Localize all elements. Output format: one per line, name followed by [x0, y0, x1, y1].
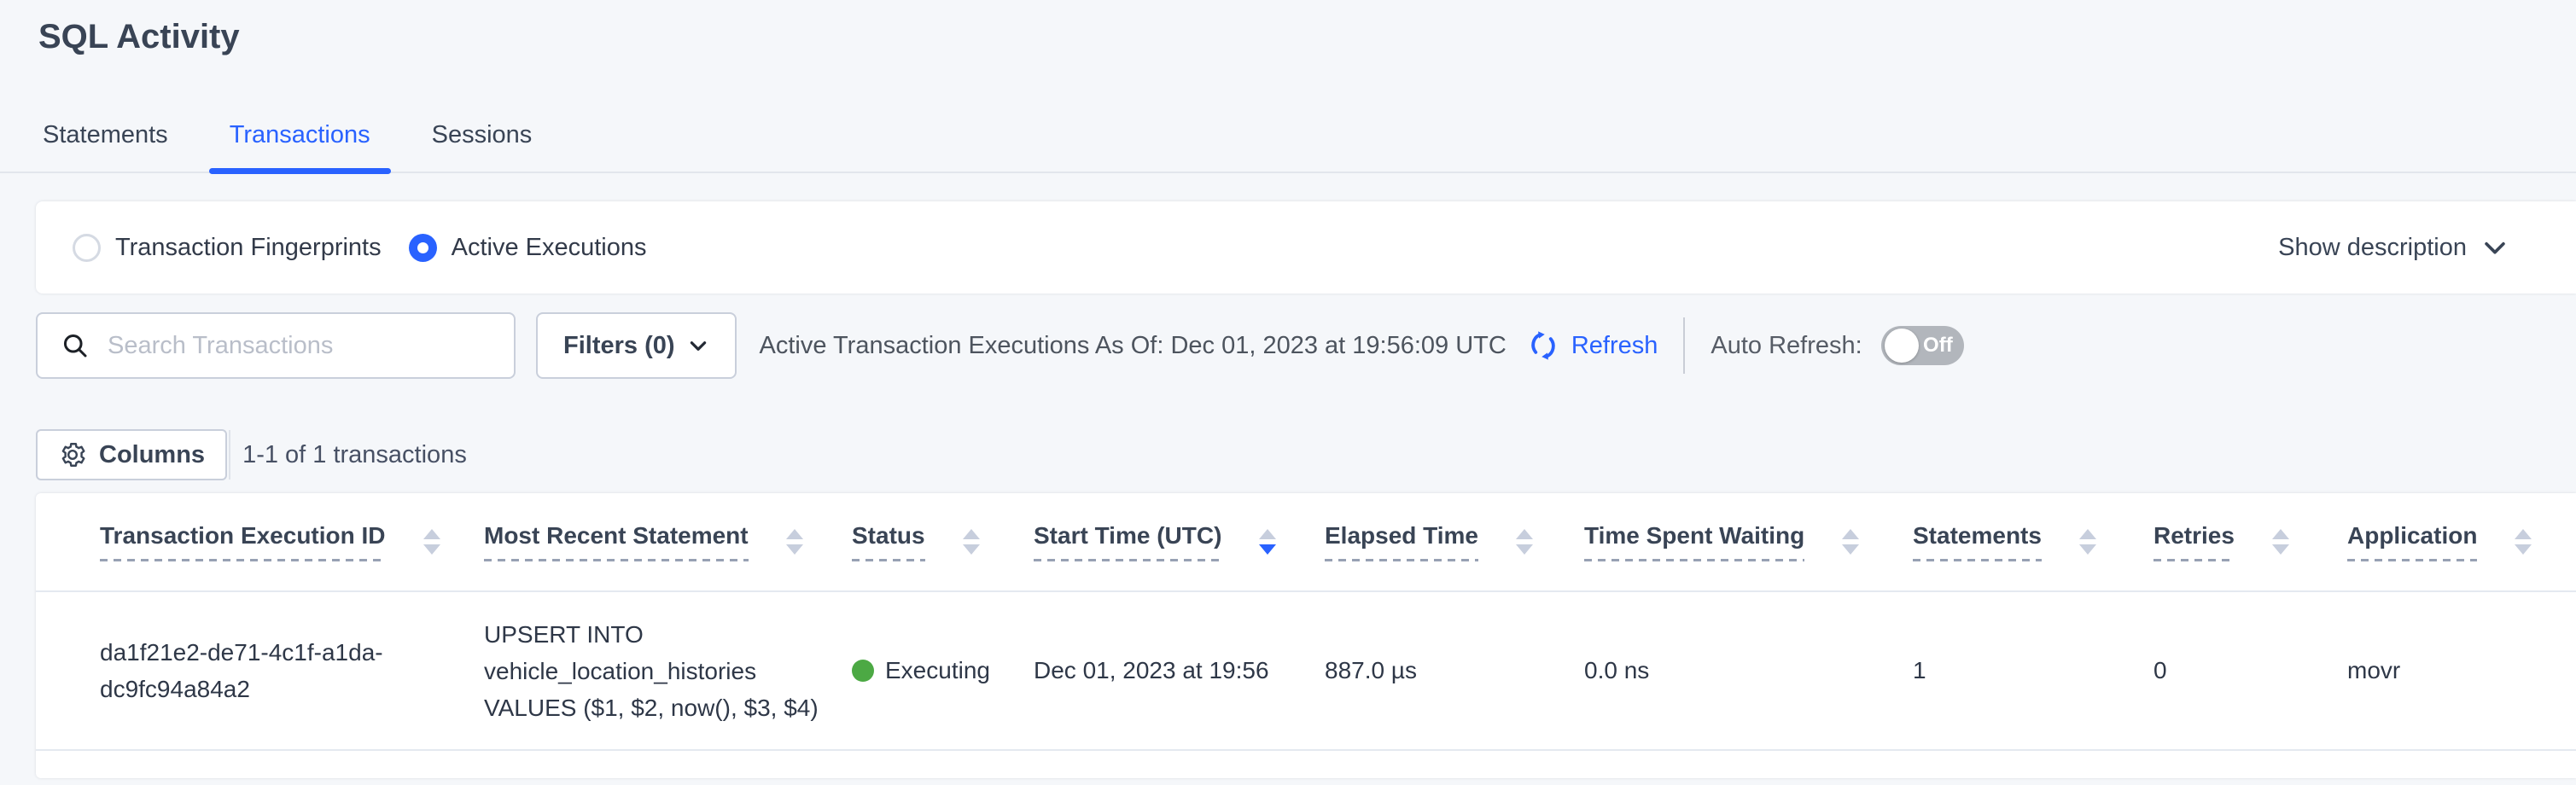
view-mode-card: Transaction Fingerprints Active Executio…	[36, 201, 2576, 294]
cell-most-recent-statement: UPSERT INTO vehicle_location_histories V…	[484, 592, 852, 749]
columns-button[interactable]: Columns	[36, 429, 227, 480]
search-icon	[60, 330, 90, 361]
radio-transaction-fingerprints[interactable]: Transaction Fingerprints	[73, 234, 382, 262]
refresh-button[interactable]: Refresh	[1525, 328, 1658, 363]
radio-label: Active Executions	[452, 234, 647, 262]
column-header-most-recent-statement[interactable]: Most Recent Statement	[484, 493, 852, 590]
refresh-icon	[1525, 328, 1561, 363]
chevron-down-icon	[687, 334, 709, 357]
sort-icon	[423, 529, 440, 555]
filters-button[interactable]: Filters (0)	[536, 312, 737, 379]
as-of-timestamp: Active Transaction Executions As Of: Dec…	[760, 332, 1507, 360]
cell-application: movr	[2347, 592, 2576, 749]
sort-icon	[963, 529, 980, 555]
tab-statements[interactable]: Statements	[22, 119, 189, 172]
cell-statements: 1	[1913, 592, 2153, 749]
table-header-row: Transaction Execution ID Most Recent Sta…	[36, 493, 2576, 592]
column-header-statements[interactable]: Statements	[1913, 493, 2153, 590]
chevron-down-icon	[2480, 233, 2509, 262]
sort-icon	[2079, 529, 2096, 555]
columns-label: Columns	[99, 441, 205, 469]
controls-divider	[229, 430, 230, 480]
sort-icon	[2272, 529, 2289, 555]
search-input[interactable]	[108, 332, 497, 360]
page-title: SQL Activity	[38, 17, 2576, 56]
auto-refresh-toggle[interactable]: Off	[1881, 326, 1964, 365]
column-header-elapsed-time[interactable]: Elapsed Time	[1325, 493, 1584, 590]
refresh-label: Refresh	[1571, 332, 1658, 360]
column-header-transaction-execution-id[interactable]: Transaction Execution ID	[36, 493, 484, 590]
sort-icon	[1516, 529, 1533, 555]
sort-icon	[786, 529, 803, 555]
radio-unselected-icon[interactable]	[73, 234, 101, 262]
cell-start-time: Dec 01, 2023 at 19:56	[1034, 592, 1325, 749]
column-header-start-time[interactable]: Start Time (UTC)	[1034, 493, 1325, 590]
filters-label: Filters (0)	[563, 332, 675, 360]
auto-refresh-label: Auto Refresh:	[1711, 332, 1862, 360]
column-header-retries[interactable]: Retries	[2153, 493, 2347, 590]
radio-selected-icon[interactable]	[409, 234, 437, 262]
radio-active-executions[interactable]: Active Executions	[409, 234, 647, 262]
sort-icon-descending	[1259, 529, 1276, 555]
toggle-knob	[1885, 329, 1919, 363]
cell-retries: 0	[2153, 592, 2347, 749]
gear-icon	[58, 440, 87, 469]
column-header-time-spent-waiting[interactable]: Time Spent Waiting	[1584, 493, 1913, 590]
results-count: 1-1 of 1 transactions	[242, 441, 467, 469]
toolbar-divider	[1683, 317, 1685, 374]
cell-elapsed-time: 887.0 µs	[1325, 592, 1584, 749]
show-description-label: Show description	[2278, 234, 2467, 262]
tab-transactions[interactable]: Transactions	[209, 119, 391, 172]
cell-time-spent-waiting: 0.0 ns	[1584, 592, 1913, 749]
sort-icon	[1842, 529, 1859, 555]
filter-toolbar: Filters (0) Active Transaction Execution…	[36, 312, 2576, 379]
sort-icon	[2515, 529, 2532, 555]
cell-transaction-execution-id[interactable]: da1f21e2-de71-4c1f-a1da-dc9fc94a84a2	[36, 592, 484, 749]
toggle-state-label: Off	[1923, 334, 1953, 358]
search-box[interactable]	[36, 312, 516, 379]
tab-sessions[interactable]: Sessions	[411, 119, 553, 172]
status-label: Executing	[885, 657, 990, 684]
cell-status: Executing	[852, 592, 1034, 749]
table-row: da1f21e2-de71-4c1f-a1da-dc9fc94a84a2 UPS…	[36, 592, 2576, 751]
column-header-status[interactable]: Status	[852, 493, 1034, 590]
radio-label: Transaction Fingerprints	[115, 234, 382, 262]
executing-status-dot-icon	[852, 660, 874, 682]
transactions-table: Transaction Execution ID Most Recent Sta…	[36, 493, 2576, 778]
show-description-toggle[interactable]: Show description	[2278, 233, 2509, 262]
table-controls: Columns 1-1 of 1 transactions	[36, 429, 2576, 480]
column-header-application[interactable]: Application	[2347, 493, 2576, 590]
tab-bar: Statements Transactions Sessions	[0, 119, 2576, 173]
